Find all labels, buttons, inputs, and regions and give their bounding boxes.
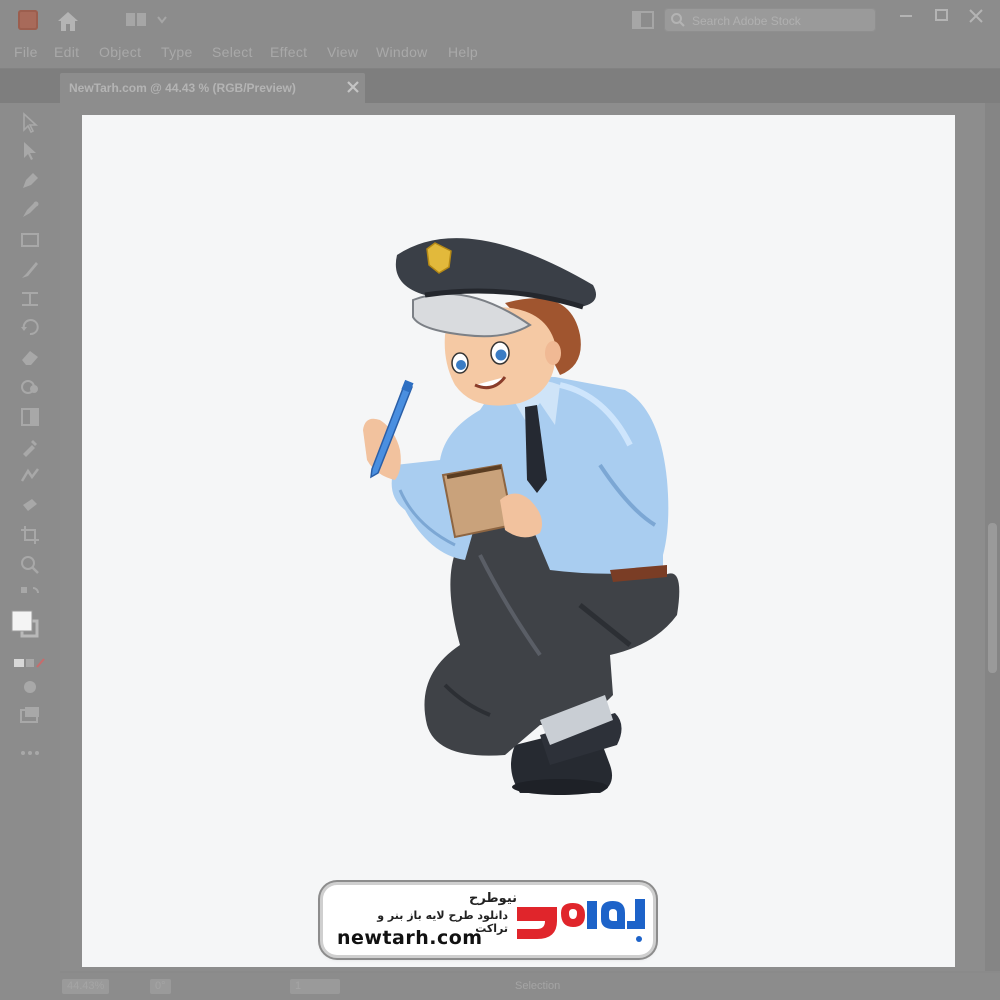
close-icon[interactable] (964, 6, 988, 26)
minimize-icon[interactable] (894, 6, 918, 26)
policeman-illustration[interactable] (355, 225, 685, 800)
pen-tool[interactable] (18, 169, 42, 193)
search-icon (671, 13, 685, 27)
fill-stroke-swatch[interactable] (10, 609, 40, 641)
eyedropper-tool[interactable] (18, 435, 42, 459)
menu-effect[interactable]: Effect (270, 44, 307, 60)
title-bar (0, 0, 1000, 38)
draw-mode-button[interactable] (18, 675, 42, 699)
rectangle-tool[interactable] (18, 228, 42, 252)
selection-tool[interactable] (18, 111, 42, 135)
watermark-badge: نیوطرح دانلود طرح لایه باز بنر و تراکت n… (323, 885, 653, 955)
more-tools-button[interactable] (18, 741, 42, 765)
artboard-tool[interactable] (18, 523, 42, 547)
workspace-switcher-icon[interactable] (126, 11, 170, 29)
menu-bar: File Edit Object Type Select Effect View… (0, 38, 1000, 69)
paintbrush-tool[interactable] (18, 258, 42, 282)
menu-object[interactable]: Object (99, 44, 141, 60)
width-tool[interactable] (18, 287, 42, 311)
menu-view[interactable]: View (327, 44, 358, 60)
menu-edit[interactable]: Edit (54, 44, 79, 60)
rotate-tool[interactable] (18, 315, 42, 339)
tab-close-icon[interactable] (346, 80, 360, 94)
curvature-tool[interactable] (18, 198, 42, 222)
home-icon[interactable] (56, 10, 80, 32)
shape-builder-tool[interactable] (18, 375, 42, 399)
illustrator-logo-icon (18, 10, 38, 30)
newtarh-logo (517, 899, 645, 942)
zoom-tool[interactable] (18, 553, 42, 577)
cap-visor (412, 292, 532, 338)
color-mode-buttons[interactable] (12, 651, 46, 675)
swap-colors-tool[interactable] (18, 583, 42, 607)
watermark-domain: newtarh.com (337, 927, 483, 949)
zoom-level-field[interactable]: 44.43% (62, 979, 110, 994)
status-bar: 44.43% 0° 1 Selection (0, 973, 1000, 1000)
document-tab-bar: NewTarh.com @ 44.43 % (RGB/Preview) (0, 69, 1000, 103)
arrange-documents-icon[interactable] (631, 10, 655, 30)
menu-window[interactable]: Window (376, 44, 428, 60)
direct-selection-tool[interactable] (18, 139, 42, 163)
search-box[interactable] (664, 8, 876, 32)
artboard-number-field[interactable]: 1 (290, 979, 340, 994)
current-tool-label: Selection (515, 980, 561, 992)
restore-icon[interactable] (930, 6, 954, 26)
menu-type[interactable]: Type (161, 44, 193, 60)
blend-tool[interactable] (18, 463, 42, 487)
menu-help[interactable]: Help (448, 44, 478, 60)
screen-mode-button[interactable] (18, 703, 42, 727)
symbol-sprayer-tool[interactable] (18, 493, 42, 517)
rotation-field[interactable]: 0° (150, 979, 171, 994)
eraser-tool[interactable] (18, 345, 42, 369)
gradient-tool[interactable] (18, 405, 42, 429)
scrollbar-thumb[interactable] (988, 523, 997, 673)
search-input[interactable] (690, 11, 874, 31)
tools-panel (0, 103, 60, 973)
document-tab-title: NewTarh.com @ 44.43 % (RGB/Preview) (69, 81, 296, 95)
menu-file[interactable]: File (14, 44, 38, 60)
vertical-scrollbar[interactable] (985, 103, 1000, 971)
document-tab[interactable]: NewTarh.com @ 44.43 % (RGB/Preview) (60, 73, 365, 103)
menu-select[interactable]: Select (212, 44, 253, 60)
